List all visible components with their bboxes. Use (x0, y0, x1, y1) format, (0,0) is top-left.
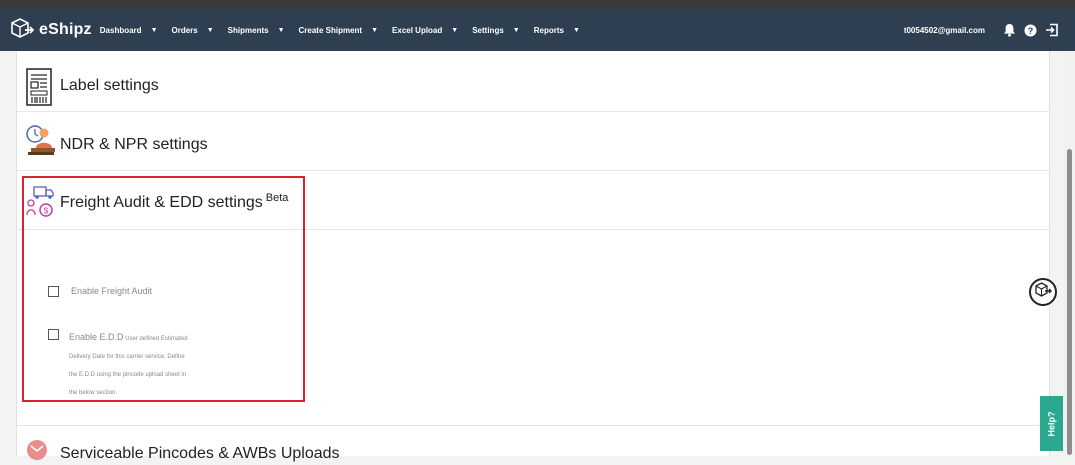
serviceable-pincodes-row[interactable]: Serviceable Pincodes & AWBs Uploads (17, 425, 1049, 462)
nav-settings-label: Settings (472, 25, 504, 35)
caret-down-icon: ▼ (277, 26, 285, 34)
label-settings-title: Label settings (60, 77, 159, 94)
help-tab[interactable]: Help? (1040, 396, 1063, 451)
caret-down-icon: ▼ (572, 26, 580, 34)
upload-envelope-icon (26, 440, 48, 465)
ndr-person-clock-icon (26, 124, 56, 165)
caret-down-icon: ▼ (206, 26, 214, 34)
nav-excel-upload[interactable]: Excel Upload ▼ (392, 26, 458, 35)
edd-description-first: User defined Estimated (125, 336, 188, 342)
enable-freight-audit-checkbox[interactable] (48, 286, 59, 297)
navbar-right: t0054502@gmail.com ? (904, 9, 1059, 51)
label-settings-row[interactable]: Label settings (17, 51, 1049, 112)
user-email[interactable]: t0054502@gmail.com (904, 26, 985, 35)
nav-excel-upload-label: Excel Upload (392, 25, 443, 35)
caret-down-icon: ▼ (451, 26, 459, 34)
box-arrow-logo-icon (9, 15, 35, 46)
enable-edd-label: Enable E.D.D (69, 332, 124, 342)
top-navbar: eShipz Dashboard ▼ Orders ▼ Shipments ▼ Cre… (0, 9, 1075, 51)
nav-settings[interactable]: Settings ▼ (472, 26, 520, 35)
beta-badge: Beta (265, 192, 289, 204)
caret-down-icon: ▼ (371, 26, 379, 34)
ndr-npr-settings-row[interactable]: NDR & NPR settings (17, 112, 1049, 171)
caret-down-icon: ▼ (150, 26, 158, 34)
freight-audit-edd-title-text: Freight Audit & EDD settings (60, 194, 263, 211)
nav-shipments-label: Shipments (227, 25, 269, 35)
page-scrollbar[interactable] (1064, 51, 1075, 456)
edd-line-1: Enable E.D.D User defined Estimated (69, 328, 209, 348)
help-tab-label: Help? (1046, 410, 1057, 437)
nav-create-shipment[interactable]: Create Shipment ▼ (299, 26, 379, 35)
enable-freight-audit-row: Enable Freight Audit (48, 286, 152, 297)
box-arrow-icon (1034, 281, 1052, 304)
edd-line-3: the E.D.D using the pincode upload sheet… (69, 372, 187, 378)
enable-edd-row (48, 329, 59, 340)
nav-shipments[interactable]: Shipments ▼ (228, 26, 285, 35)
nav-reports[interactable]: Reports ▼ (534, 26, 580, 35)
label-barcode-icon (26, 68, 52, 111)
serviceable-pincodes-title: Serviceable Pincodes & AWBs Uploads (60, 445, 340, 462)
nav-reports-label: Reports (533, 25, 564, 35)
brand-name: eShipz (39, 21, 92, 38)
freight-audit-edd-row[interactable]: $ Freight Audit & EDD settings Beta (17, 171, 1049, 230)
svg-text:$: $ (44, 207, 49, 216)
logout-icon[interactable] (1045, 23, 1059, 37)
nav-dashboard[interactable]: Dashboard ▼ (100, 26, 158, 35)
help-circle-icon[interactable]: ? (1024, 24, 1037, 37)
enable-edd-description: Enable E.D.D User defined Estimated Deli… (69, 328, 209, 402)
enable-freight-audit-label: Enable Freight Audit (71, 286, 153, 296)
ndr-npr-settings-title: NDR & NPR settings (60, 136, 208, 153)
nav-orders-label: Orders (171, 25, 198, 35)
enable-edd-checkbox[interactable] (48, 329, 59, 340)
edd-line-2: Delivery Date for this carrier service. … (69, 354, 185, 360)
svg-text:?: ? (1028, 26, 1034, 36)
edd-line-4: the below section. (69, 390, 118, 396)
browser-top-strip (0, 0, 1075, 9)
brand-logo[interactable]: eShipz (9, 15, 92, 46)
freight-truck-icon: $ (26, 185, 56, 228)
caret-down-icon: ▼ (512, 26, 520, 34)
bell-icon[interactable] (1003, 23, 1016, 37)
scrollbar-thumb[interactable] (1067, 149, 1072, 455)
nav-dashboard-label: Dashboard (99, 25, 142, 35)
main-menu: Dashboard ▼ Orders ▼ Shipments ▼ Create Shi… (100, 26, 594, 35)
floating-box-arrow-button[interactable] (1029, 278, 1057, 306)
freight-audit-edd-title: Freight Audit & EDD settings Beta (60, 192, 289, 212)
settings-panel: Label settings NDR & NPR settings $ Frei… (16, 51, 1050, 462)
nav-orders[interactable]: Orders ▼ (172, 26, 214, 35)
nav-create-shipment-label: Create Shipment (298, 25, 363, 35)
